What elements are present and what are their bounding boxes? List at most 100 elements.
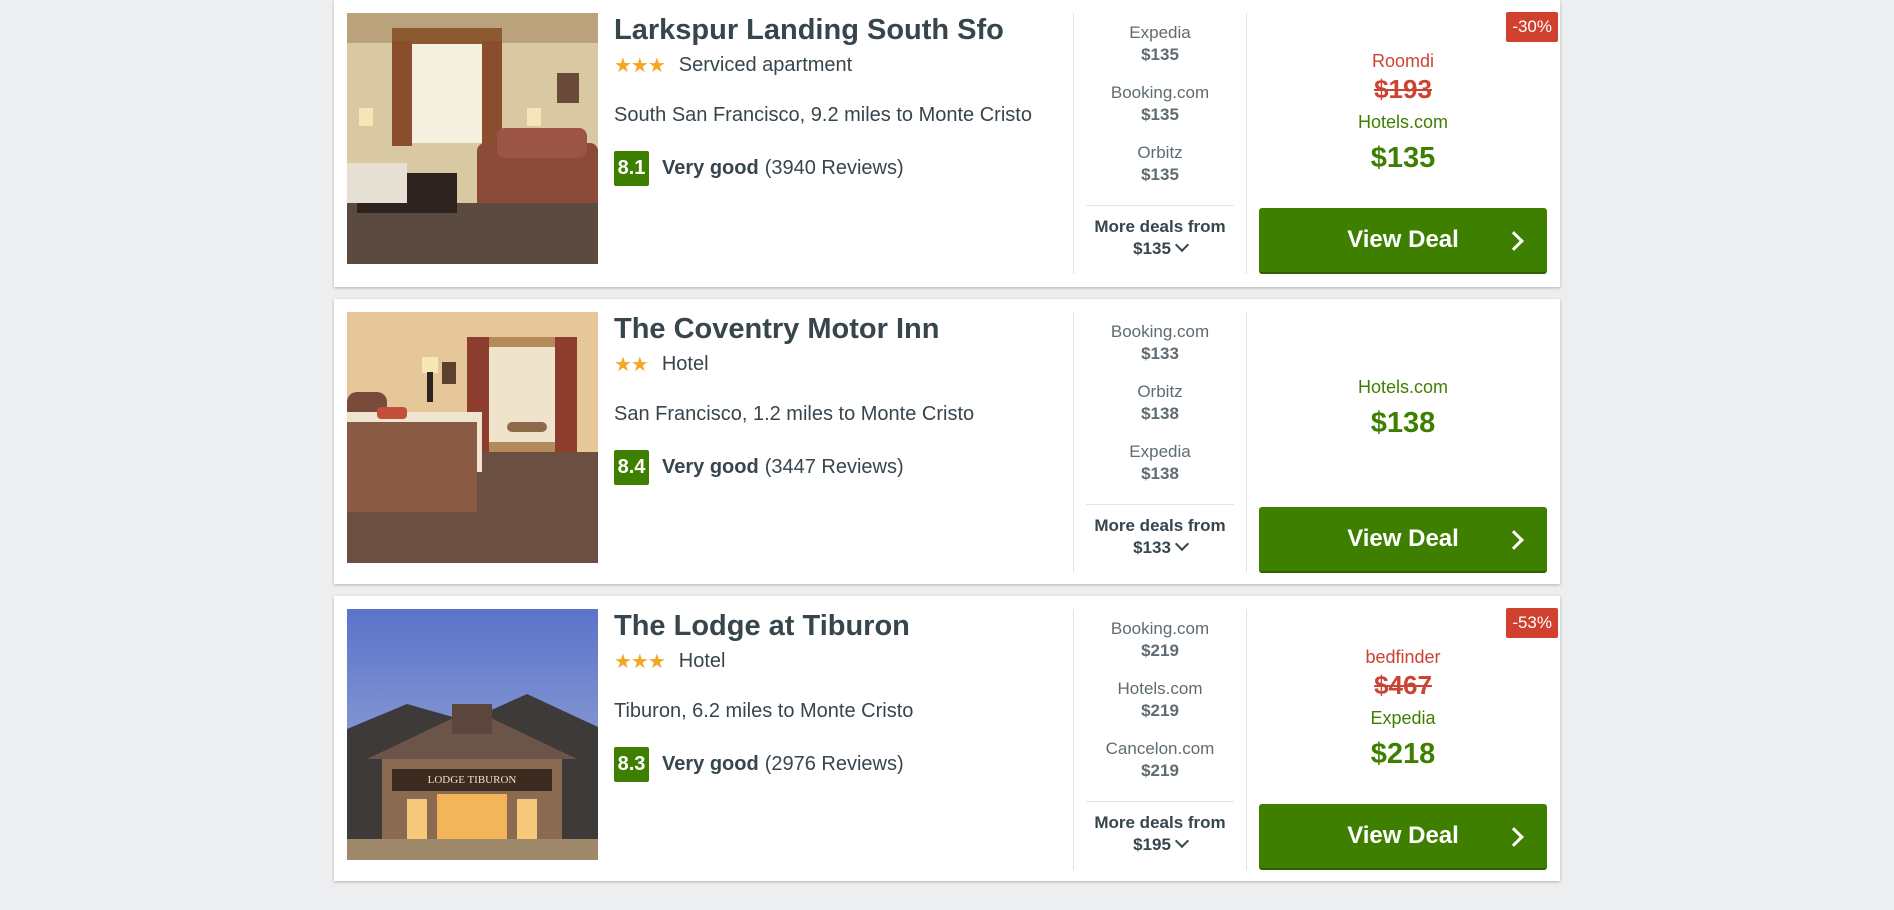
divider <box>1246 13 1247 274</box>
view-deal-label: View Deal <box>1347 822 1459 849</box>
deal-provider: Hotels.com <box>1117 679 1203 698</box>
deal-price: $138 <box>1141 464 1179 483</box>
more-deals-toggle[interactable]: More deals from $133 <box>1086 515 1234 559</box>
deal-item[interactable]: Orbitz $135 <box>1086 142 1234 202</box>
rating-label: Very good <box>662 157 759 179</box>
hotel-photo[interactable] <box>347 13 598 264</box>
chevron-right-icon <box>1504 231 1524 251</box>
hotel-photo[interactable] <box>347 312 598 563</box>
hotel-info: The Lodge at Tiburon ★★★ Hotel Tiburon, … <box>614 606 1084 782</box>
hotel-name[interactable]: The Lodge at Tiburon <box>614 606 1084 646</box>
hotel-photo[interactable]: LODGE TIBURON <box>347 609 598 860</box>
accommodation-type: Serviced apartment <box>678 53 853 76</box>
deal-item[interactable]: Booking.com $133 <box>1086 321 1234 381</box>
original-price: $193 <box>1374 74 1432 104</box>
deal-price: $219 <box>1141 641 1179 660</box>
rating-row: 8.1 Very good (3940 Reviews) <box>614 151 1084 186</box>
best-provider: Expedia <box>1370 708 1436 728</box>
best-offer: Hotels.com $138 <box>1258 371 1548 443</box>
deal-provider: Cancelon.com <box>1105 739 1215 758</box>
rating-row: 8.3 Very good (2976 Reviews) <box>614 747 1084 782</box>
more-deals-label: More deals from <box>1094 516 1226 535</box>
best-provider: Hotels.com <box>1357 377 1449 397</box>
chevron-down-icon <box>1174 536 1189 552</box>
hotel-info: The Coventry Motor Inn ★★ Hotel San Fran… <box>614 309 1084 485</box>
review-count[interactable]: (3940 Reviews) <box>765 157 904 180</box>
deal-item[interactable]: Expedia $135 <box>1086 22 1234 82</box>
deal-price: $219 <box>1141 701 1179 720</box>
more-deals-toggle[interactable]: More deals from $195 <box>1086 812 1234 856</box>
deal-provider: Booking.com <box>1110 619 1210 638</box>
chevron-down-icon <box>1174 833 1189 849</box>
divider <box>1086 504 1234 505</box>
hotel-card: The Coventry Motor Inn ★★ Hotel San Fran… <box>334 299 1560 584</box>
star-rating-icon: ★★★ <box>614 650 666 673</box>
more-deals-price: $195 <box>1133 835 1171 854</box>
chevron-right-icon <box>1504 827 1524 847</box>
alternative-deals: Expedia $135 Booking.com $135 Orbitz $13… <box>1086 22 1234 202</box>
hotel-name[interactable]: Larkspur Landing South Sfo <box>614 10 1084 50</box>
hotel-location: South San Francisco, 9.2 miles to Monte … <box>614 104 1032 126</box>
review-count[interactable]: (3447 Reviews) <box>765 456 904 479</box>
view-deal-button[interactable]: View Deal <box>1259 507 1547 573</box>
original-price: $467 <box>1374 670 1432 700</box>
star-rating-icon: ★★★ <box>614 54 666 77</box>
bedroom-image <box>347 312 598 563</box>
view-deal-button[interactable]: View Deal <box>1259 804 1547 870</box>
divider <box>1073 609 1074 870</box>
more-deals-toggle[interactable]: More deals from $135 <box>1086 216 1234 260</box>
deal-provider: Orbitz <box>1137 143 1183 162</box>
more-deals-price: $135 <box>1133 239 1171 258</box>
star-rating-icon: ★★ <box>614 353 649 376</box>
hotel-location: San Francisco, 1.2 miles to Monte Cristo <box>614 403 975 425</box>
deal-item[interactable]: Hotels.com $219 <box>1086 678 1234 738</box>
deal-price: $133 <box>1141 344 1179 363</box>
more-deals-label: More deals from <box>1094 217 1226 236</box>
deal-price: $135 <box>1141 45 1179 64</box>
more-deals-label: More deals from <box>1094 813 1226 832</box>
divider <box>1073 312 1074 573</box>
hotel-card: Larkspur Landing South Sfo ★★★ Serviced … <box>334 0 1560 287</box>
rating-label: Very good <box>662 753 759 775</box>
hotel-card: LODGE TIBURON The Lodge at Tiburon ★★★ H… <box>334 596 1560 881</box>
deal-price: $135 <box>1141 165 1179 184</box>
best-provider: Hotels.com <box>1357 112 1449 132</box>
best-price: $138 <box>1370 407 1436 439</box>
deal-item[interactable]: Orbitz $138 <box>1086 381 1234 441</box>
more-deals-price: $133 <box>1133 538 1171 557</box>
hotel-results-list: Larkspur Landing South Sfo ★★★ Serviced … <box>334 0 1560 893</box>
lodge-exterior-image: LODGE TIBURON <box>347 609 598 860</box>
divider <box>1086 205 1234 206</box>
deal-item[interactable]: Booking.com $219 <box>1086 618 1234 678</box>
deal-item[interactable]: Expedia $138 <box>1086 441 1234 501</box>
view-deal-label: View Deal <box>1347 525 1459 552</box>
deal-provider: Expedia <box>1129 442 1191 461</box>
best-price: $135 <box>1370 142 1436 174</box>
discount-badge: -53% <box>1506 608 1558 638</box>
best-offer: bedfinder $467 Expedia $218 <box>1258 646 1548 774</box>
rating-label: Very good <box>662 456 759 478</box>
divider <box>1246 312 1247 573</box>
deal-provider: Booking.com <box>1110 322 1210 341</box>
best-price: $218 <box>1370 738 1436 770</box>
view-deal-label: View Deal <box>1347 226 1459 253</box>
deal-item[interactable]: Booking.com $135 <box>1086 82 1234 142</box>
hotel-info: Larkspur Landing South Sfo ★★★ Serviced … <box>614 10 1084 186</box>
deal-provider: Orbitz <box>1137 382 1183 401</box>
deal-price: $138 <box>1141 404 1179 423</box>
divider <box>1086 801 1234 802</box>
accommodation-type: Hotel <box>661 352 709 375</box>
alternative-deals: Booking.com $219 Hotels.com $219 Cancelo… <box>1086 618 1234 798</box>
review-count[interactable]: (2976 Reviews) <box>765 753 904 776</box>
chevron-down-icon <box>1174 237 1189 253</box>
hotel-location: Tiburon, 6.2 miles to Monte Cristo <box>614 700 914 722</box>
divider <box>1073 13 1074 274</box>
lodge-sign: LODGE TIBURON <box>428 774 517 786</box>
deal-provider: Expedia <box>1129 23 1191 42</box>
divider <box>1246 609 1247 870</box>
deal-item[interactable]: Cancelon.com $219 <box>1086 738 1234 798</box>
rating-score-badge: 8.4 <box>614 450 649 485</box>
living-room-image <box>347 13 598 264</box>
view-deal-button[interactable]: View Deal <box>1259 208 1547 274</box>
hotel-name[interactable]: The Coventry Motor Inn <box>614 309 1084 349</box>
